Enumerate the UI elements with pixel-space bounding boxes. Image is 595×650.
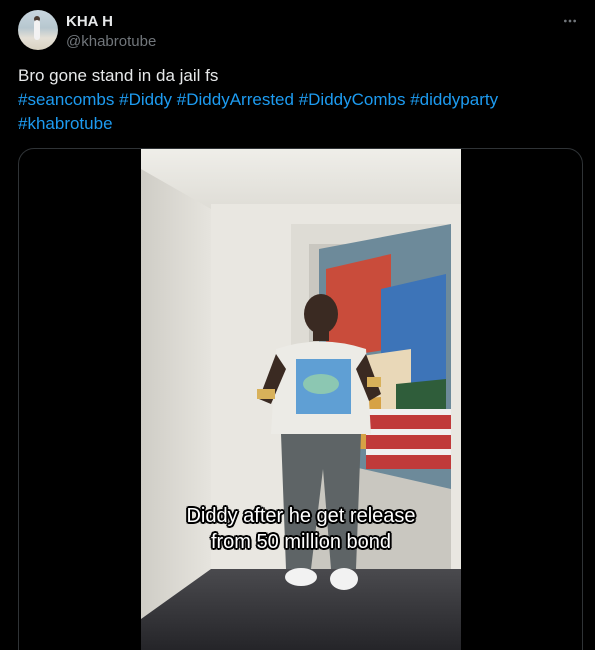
tweet-text: Bro gone stand in da jail fs #seancombs … bbox=[18, 64, 583, 136]
author-handle[interactable]: @khabrotube bbox=[66, 32, 156, 52]
caption-line-2: from 50 million bond bbox=[210, 531, 392, 553]
more-horizontal-icon bbox=[564, 19, 576, 23]
tweet-header: KHA H @khabrotube bbox=[18, 10, 583, 52]
media-container: Diddy after he get release from 50 milli… bbox=[18, 148, 583, 650]
hashtag-diddyarrested[interactable]: #DiddyArrested bbox=[177, 90, 294, 109]
hashtag-seancombs[interactable]: #seancombs bbox=[18, 90, 114, 109]
hashtag-diddycombs[interactable]: #DiddyCombs bbox=[299, 90, 406, 109]
author-display-name[interactable]: KHA H bbox=[66, 12, 156, 32]
hashtag-line-1: #seancombs #Diddy #DiddyArrested #DiddyC… bbox=[18, 88, 583, 112]
author-names: KHA H @khabrotube bbox=[66, 12, 156, 52]
video-caption: Diddy after he get release from 50 milli… bbox=[141, 503, 461, 555]
hashtag-diddy[interactable]: #Diddy bbox=[119, 90, 172, 109]
hashtag-line-2: #khabrotube bbox=[18, 112, 583, 136]
video-player[interactable]: Diddy after he get release from 50 milli… bbox=[141, 149, 461, 650]
tweet-body: Bro gone stand in da jail fs bbox=[18, 66, 219, 85]
avatar[interactable] bbox=[18, 10, 58, 50]
hashtag-diddyparty[interactable]: #diddyparty bbox=[410, 90, 498, 109]
tweet-card: KHA H @khabrotube Bro gone stand in da j… bbox=[0, 0, 595, 650]
hashtag-khabrotube[interactable]: #khabrotube bbox=[18, 114, 113, 133]
avatar-figure-body bbox=[34, 20, 40, 40]
more-options-button[interactable] bbox=[557, 10, 583, 32]
caption-line-1: Diddy after he get release bbox=[186, 505, 416, 527]
video-frame-illustration bbox=[141, 149, 461, 650]
